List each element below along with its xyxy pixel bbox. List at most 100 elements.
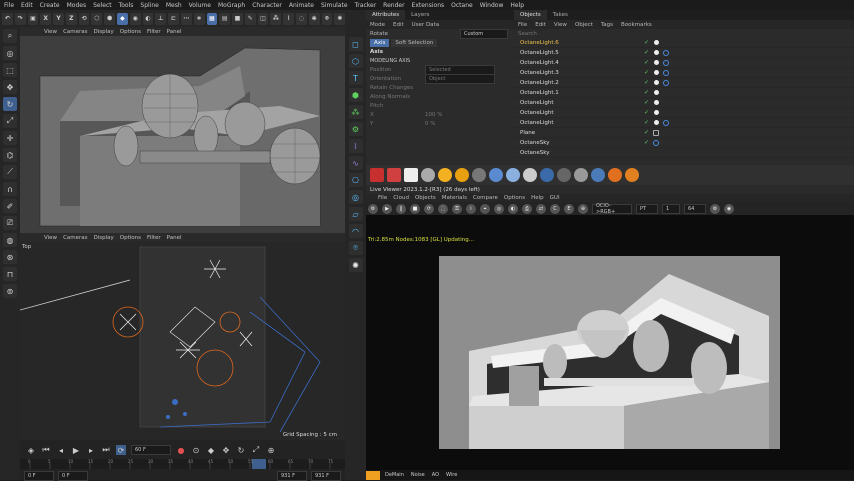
pick-icon[interactable]: ⌖ — [480, 203, 490, 214]
lv-menu-materials[interactable]: Materials — [442, 195, 467, 201]
menu-simulate[interactable]: Simulate — [321, 2, 348, 9]
check-icon[interactable]: ✓ — [644, 99, 649, 106]
status-wire[interactable]: Wire — [444, 472, 459, 478]
sky-tag-icon[interactable] — [653, 139, 660, 146]
material-mix-icon[interactable] — [540, 168, 554, 182]
menu-octane[interactable]: Octane — [451, 2, 473, 9]
material-grey-icon[interactable] — [472, 168, 486, 182]
lv-menu-help[interactable]: Help — [531, 195, 544, 201]
check-icon[interactable]: ✓ — [644, 109, 649, 116]
move-icon[interactable]: ✥ — [3, 80, 17, 94]
field-icon[interactable]: ◌ — [295, 12, 307, 25]
coord-system-icon[interactable]: ⟲ — [78, 12, 90, 25]
status-noise[interactable]: Noise — [409, 472, 427, 478]
lv-menu-file[interactable]: File — [378, 195, 387, 201]
record-keys-icon[interactable]: ◈ — [26, 445, 36, 455]
material-orange-icon[interactable] — [608, 168, 622, 182]
render-settings-icon[interactable]: ▤ — [219, 12, 231, 25]
menu-mesh[interactable]: Mesh — [166, 2, 182, 9]
pen-icon[interactable]: ✎ — [244, 12, 256, 25]
sun-icon[interactable] — [438, 168, 452, 182]
bridge-icon[interactable]: ⊓ — [3, 267, 17, 281]
compare-icon[interactable]: ⇄ — [536, 203, 546, 214]
restart-icon[interactable]: ⟳ — [424, 203, 434, 214]
tab-takes[interactable]: Takes — [547, 10, 574, 20]
vp-menu-filter[interactable]: Filter — [147, 29, 161, 35]
vp2-menu-view[interactable]: View — [44, 235, 57, 241]
material-metal-icon[interactable] — [523, 168, 537, 182]
timeline-ruler[interactable]: 0 5 10 15 20 25 30 35 40 45 50 55 60 65 … — [20, 459, 345, 469]
menu-help[interactable]: Help — [510, 2, 524, 9]
light-tag-icon[interactable] — [654, 70, 660, 75]
vp-menu-options[interactable]: Options — [120, 29, 141, 35]
scene-object-icon[interactable]: ⎔ — [348, 173, 363, 187]
attr-row-value[interactable]: 100 % — [425, 112, 455, 118]
export-icon[interactable]: E — [564, 203, 574, 214]
menu-mograph[interactable]: MoGraph — [218, 2, 245, 9]
floor-icon[interactable]: ▱ — [348, 207, 363, 221]
object-row[interactable]: OctaneLight.2 ✓ — [514, 78, 854, 88]
play-render-icon[interactable]: ▶ — [382, 203, 392, 214]
region-icon[interactable]: ⬚ — [438, 203, 448, 214]
menu-tools[interactable]: Tools — [119, 2, 134, 9]
light-object-icon[interactable]: ✺ — [348, 258, 363, 272]
light-tag-icon[interactable] — [654, 90, 660, 95]
sky-icon[interactable]: ◠ — [348, 224, 363, 238]
cube-object-icon[interactable]: ◻ — [348, 37, 363, 51]
material-blue-icon[interactable] — [591, 168, 605, 182]
go-start-icon[interactable]: ⏮ — [41, 445, 51, 455]
clay-icon[interactable]: C — [550, 203, 560, 214]
attr-row-value[interactable]: 0 % — [425, 121, 455, 127]
zoom-icon[interactable]: ⊕ — [578, 203, 588, 214]
check-icon[interactable]: ✓ — [644, 69, 649, 76]
cloner-object-icon[interactable]: ⁂ — [348, 105, 363, 119]
bend-icon[interactable]: ∿ — [348, 156, 363, 170]
primitive-icon[interactable]: ⬡ — [348, 54, 363, 68]
obj-menu-object[interactable]: Object — [575, 22, 593, 28]
menu-select[interactable]: Select — [93, 2, 112, 9]
polygons-mode-icon[interactable]: ◆ — [117, 12, 128, 25]
object-row[interactable]: OctaneLight.1 ✓ — [514, 88, 854, 98]
prev-frame-icon[interactable]: ◂ — [56, 445, 66, 455]
render-view-icon[interactable]: ▦ — [206, 12, 218, 25]
vp-menu-panel[interactable]: Panel — [167, 29, 182, 35]
vp-menu-view[interactable]: View — [44, 29, 57, 35]
menu-window[interactable]: Window — [480, 2, 504, 9]
cloner-icon[interactable]: ⁂ — [270, 12, 282, 25]
vp-menu-cameras[interactable]: Cameras — [63, 29, 87, 35]
material-texture-icon[interactable] — [574, 168, 588, 182]
vp2-menu-options[interactable]: Options — [120, 235, 141, 241]
check-icon[interactable]: ✓ — [644, 129, 649, 136]
pause-icon[interactable]: ‖ — [396, 203, 406, 214]
object-row[interactable]: OctaneLight ✓ — [514, 108, 854, 118]
obj-menu-bookmarks[interactable]: Bookmarks — [621, 22, 652, 28]
focus-icon[interactable]: ◎ — [494, 203, 504, 214]
target-tag-icon[interactable] — [663, 59, 670, 66]
tonemap-select[interactable]: OCIO->RGB+ — [592, 203, 632, 215]
top-viewport[interactable]: View Cameras Display Options Filter Pane… — [20, 233, 345, 440]
object-row[interactable]: OctaneSky — [514, 148, 854, 158]
lock-icon[interactable]: ⚿ — [452, 203, 462, 214]
menu-extensions[interactable]: Extensions — [412, 2, 445, 9]
autokey-icon[interactable]: ⊙ — [191, 445, 201, 455]
light-tag-icon[interactable] — [654, 100, 660, 105]
object-row[interactable]: Plane ✓ — [514, 128, 854, 138]
attr-menu-mode[interactable]: Mode — [370, 22, 385, 28]
obj-menu-tags[interactable]: Tags — [601, 22, 613, 28]
samples-field[interactable]: 64 — [684, 203, 706, 214]
lv-menu-cloud[interactable]: Cloud — [393, 195, 409, 201]
deformer-object-icon[interactable]: ⌇ — [348, 139, 363, 153]
object-search[interactable]: Search — [514, 29, 854, 38]
menu-create[interactable]: Create — [40, 2, 60, 9]
next-frame-icon[interactable]: ▸ — [86, 445, 96, 455]
lv-menu-options[interactable]: Options — [504, 195, 525, 201]
obj-menu-edit[interactable]: Edit — [535, 22, 546, 28]
snap-icon[interactable]: ⋯ — [180, 12, 192, 25]
check-icon[interactable]: ✓ — [644, 139, 649, 146]
light-tag-icon[interactable] — [654, 120, 660, 125]
loop-icon[interactable]: ⟳ — [116, 445, 126, 455]
gear-icon[interactable]: ⚙ — [348, 122, 363, 136]
camera-object-icon[interactable]: ⌾ — [348, 241, 363, 255]
object-row[interactable]: OctaneSky ✓ — [514, 138, 854, 148]
status-ao[interactable]: AO — [430, 472, 441, 478]
